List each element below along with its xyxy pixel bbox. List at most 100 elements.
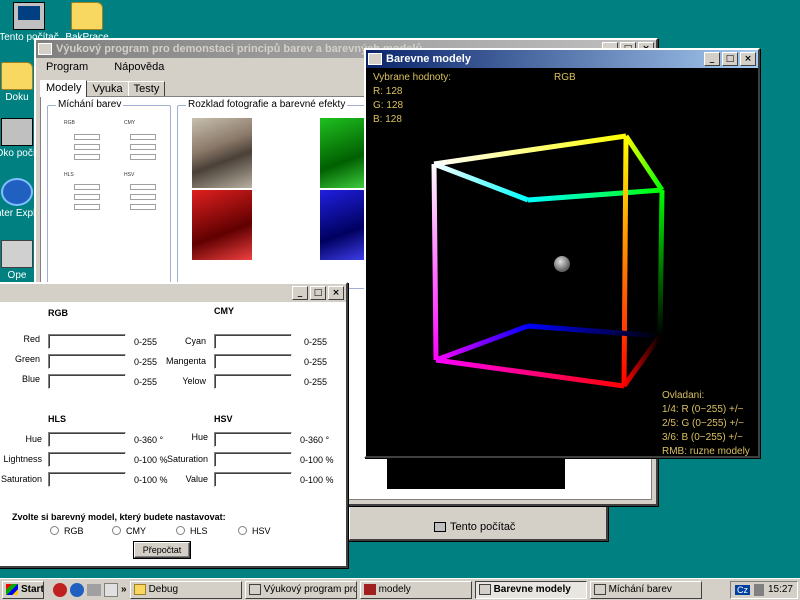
quicklaunch-more-icon[interactable]: »	[121, 584, 127, 595]
photo-effects-group: Rozklad fotografie a barevné efekty	[177, 99, 368, 289]
cube-window-title: Barevne modely	[386, 53, 471, 65]
mini-hsv: HSV	[124, 172, 135, 178]
mini-field	[74, 154, 100, 160]
app-icon	[248, 584, 261, 595]
radio-rgb[interactable]	[50, 526, 59, 535]
app-icon	[478, 584, 491, 595]
radio-hsv[interactable]	[238, 526, 247, 535]
mini-hls: HLS	[64, 172, 74, 178]
form-titlebar[interactable]: _ □ ×	[0, 284, 346, 302]
task-modely[interactable]: modely	[359, 580, 472, 599]
photo-red-channel	[192, 190, 252, 260]
computer-icon	[434, 522, 446, 532]
mini-field	[130, 134, 156, 140]
magenta-input[interactable]	[214, 354, 292, 369]
yellow-input[interactable]	[214, 374, 292, 389]
quicklaunch-app-icon[interactable]	[53, 582, 67, 597]
photo-blue-channel	[320, 190, 368, 260]
blue-input[interactable]	[48, 374, 126, 389]
mixing-group-title: Míchání barev	[56, 99, 124, 110]
tab-models[interactable]: Modely	[40, 80, 88, 97]
photo-original	[192, 118, 252, 188]
mixing-group: Míchání barev RGB CMY HLS HSV	[47, 99, 171, 289]
hsv-section-title: HSV	[214, 414, 233, 424]
close-button[interactable]: ×	[328, 286, 344, 300]
maximize-button[interactable]: □	[722, 52, 738, 66]
color-input-window[interactable]: _ □ × RGB CMY HLS HSV Red 0-255 Green 0-…	[0, 282, 348, 568]
task-barevne-modely[interactable]: Barevne modely	[474, 580, 587, 599]
radio-hsv-label: HSV	[252, 526, 271, 536]
hsv-saturation-input[interactable]	[214, 452, 292, 467]
tab-tests[interactable]: Testy	[127, 81, 166, 96]
hsv-saturation-range: 0-100 %	[300, 455, 334, 465]
cube-titlebar[interactable]: Barevne modely _ □ ×	[366, 50, 758, 68]
hsv-saturation-label: Saturation	[166, 454, 208, 464]
hls-saturation-input[interactable]	[48, 472, 126, 487]
close-button[interactable]: ×	[740, 52, 756, 66]
mini-field	[74, 184, 100, 190]
hls-hue-label: Hue	[25, 434, 42, 444]
minimize-button[interactable]: _	[704, 52, 720, 66]
mini-field	[74, 204, 100, 210]
taskbar: Start » Debug Výukový program pro d... m…	[0, 578, 800, 600]
start-button[interactable]: Start	[2, 580, 44, 599]
radio-cmy[interactable]	[112, 526, 121, 535]
app-icon	[593, 584, 606, 595]
task-main-program[interactable]: Výukový program pro d...	[244, 580, 357, 599]
task-label: Výukový program pro d...	[263, 584, 356, 595]
controls-title: Ovladani:	[662, 390, 705, 401]
preview-thumbnail	[387, 457, 565, 489]
red-input[interactable]	[48, 334, 126, 349]
hls-hue-input[interactable]	[48, 432, 126, 447]
internet-explorer-icon	[1, 178, 33, 206]
explorer-window[interactable]: Tento počítač	[348, 505, 608, 541]
photo-green-channel	[320, 118, 368, 188]
recalculate-button[interactable]: Přepočtat	[134, 542, 190, 558]
color-cube-window[interactable]: Barevne modely _ □ × Vybrane hodnoty: RG…	[364, 48, 760, 458]
hls-saturation-label: Saturation	[0, 474, 42, 484]
menu-help[interactable]: Nápověda	[110, 61, 168, 73]
volume-icon[interactable]	[753, 583, 764, 596]
control-rmb: RMB: ruzne modely	[662, 446, 750, 456]
task-debug[interactable]: Debug	[129, 580, 242, 599]
task-label: Míchání barev	[608, 584, 672, 595]
network-icon	[1, 118, 33, 146]
project-icon	[363, 584, 376, 595]
quicklaunch-explorer-icon[interactable]	[104, 582, 118, 597]
tab-lesson[interactable]: Vyuka	[86, 81, 129, 96]
control-b: 3/6: B (0−255) +/−	[662, 432, 743, 443]
mini-rgb: RGB	[64, 120, 75, 126]
cyan-label: Cyan	[184, 336, 206, 346]
desktop-icon-bakprace[interactable]: BakPrace	[52, 2, 122, 43]
yellow-label: Yelow	[182, 376, 206, 386]
task-michani-barev[interactable]: Míchání barev	[589, 580, 702, 599]
shortcut-icon	[1, 240, 33, 268]
control-g: 2/5: G (0−255) +/−	[662, 418, 744, 429]
quicklaunch-ie-icon[interactable]	[70, 582, 84, 597]
mini-field	[130, 184, 156, 190]
model-prompt: Zvolte si barevný model, který budete na…	[12, 512, 226, 522]
task-label: modely	[378, 584, 411, 595]
lightness-input[interactable]	[48, 452, 126, 467]
minimize-button[interactable]: _	[292, 286, 308, 300]
value-input[interactable]	[214, 472, 292, 487]
control-r: 1/4: R (0−255) +/−	[662, 404, 744, 415]
cube-canvas[interactable]: Vybrane hodnoty: RGB R: 128 G: 128 B: 12…	[366, 68, 758, 456]
magenta-range: 0-255	[304, 357, 328, 367]
rgb-section-title: RGB	[48, 308, 68, 318]
hsv-hue-input[interactable]	[214, 432, 292, 447]
hsv-hue-range: 0-360 °	[300, 435, 330, 445]
hls-section-title: HLS	[48, 414, 66, 424]
menu-program[interactable]: Program	[42, 61, 92, 73]
value-label: Value	[185, 474, 208, 484]
language-indicator[interactable]: Cz	[734, 584, 750, 595]
cyan-input[interactable]	[214, 334, 292, 349]
quicklaunch-desktop-icon[interactable]	[87, 583, 101, 596]
magenta-label: Mangenta	[165, 356, 206, 366]
clock[interactable]: 15:27	[768, 584, 793, 595]
green-input[interactable]	[48, 354, 126, 369]
folder-icon	[1, 62, 33, 90]
explorer-status-text: Tento počítač	[450, 521, 516, 533]
maximize-button[interactable]: □	[310, 286, 326, 300]
radio-hls[interactable]	[176, 526, 185, 535]
